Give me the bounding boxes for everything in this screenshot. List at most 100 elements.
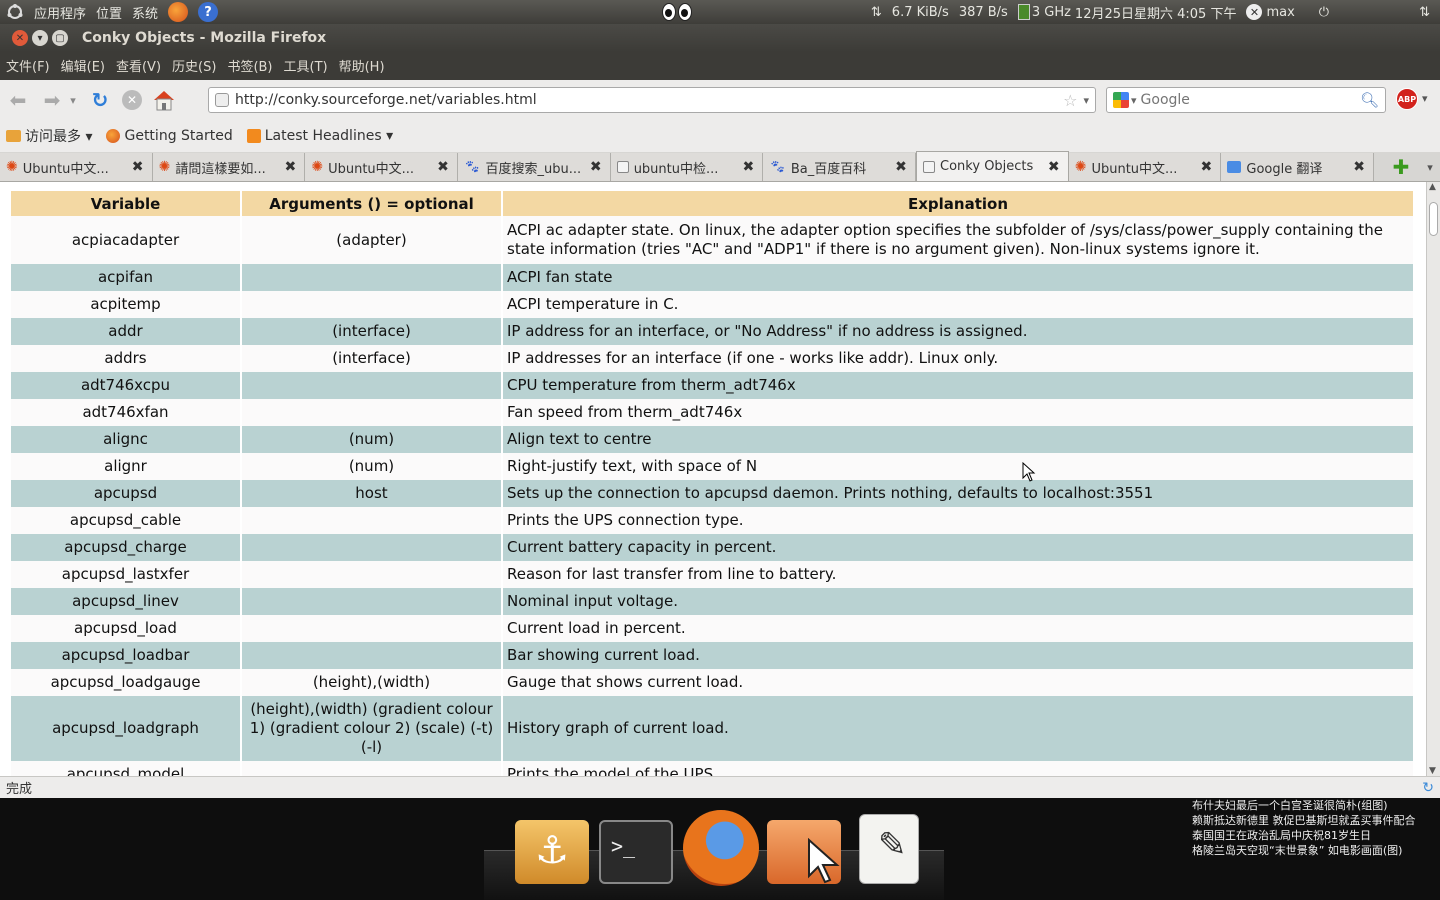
table-row: alignc (num) Align text to centre	[11, 426, 1413, 453]
menu-edit[interactable]: 编辑(E)	[61, 56, 105, 75]
home-button[interactable]	[150, 86, 178, 114]
adblock-dropdown-icon[interactable]: ▾	[1422, 92, 1428, 105]
firefox-icon	[106, 129, 121, 143]
dock-anchor-app[interactable]: ⚓︎	[515, 820, 589, 884]
new-tab-button[interactable]: ✚	[1386, 153, 1416, 181]
close-tab-icon[interactable]: ✖	[130, 159, 146, 175]
cell-explanation: Align text to centre	[503, 426, 1413, 453]
firefox-launcher-icon[interactable]	[168, 2, 189, 22]
window-titlebar[interactable]: ✕ ▾ ▢ Conky Objects - Mozilla Firefox	[0, 24, 1440, 52]
cell-arguments: (interface)	[242, 318, 501, 345]
cell-arguments: (interface)	[242, 345, 501, 372]
menu-places[interactable]: 位置	[96, 3, 122, 22]
cell-arguments: (num)	[242, 453, 501, 480]
scroll-down-arrow-icon[interactable]: ▼	[1429, 766, 1436, 776]
dock-folder-app[interactable]	[767, 820, 841, 884]
sync-status-icon[interactable]: ↻	[1422, 780, 1434, 796]
minimize-window-button[interactable]: ▾	[32, 30, 48, 46]
table-row: apcupsd_load Current load in percent.	[11, 615, 1413, 642]
menu-system[interactable]: 系统	[132, 3, 158, 22]
help-icon[interactable]: ?	[198, 2, 219, 22]
menu-history[interactable]: 历史(S)	[172, 56, 216, 75]
close-window-button[interactable]: ✕	[12, 30, 28, 46]
ubuntu-favicon-icon: ✺	[6, 159, 18, 175]
bookmark-star-icon[interactable]: ☆	[1063, 91, 1077, 110]
news-item[interactable]: 格陵兰岛天空现“末世景象” 如电影画面(图)	[1192, 843, 1440, 858]
scroll-up-arrow-icon[interactable]: ▲	[1429, 182, 1436, 192]
news-item[interactable]: 赖斯抵达新德里 敦促巴基斯坦就孟买事件配合	[1192, 813, 1440, 828]
news-item[interactable]: 布什夫妇最后一个白宫圣诞很简朴(组图)	[1192, 798, 1440, 813]
close-tab-icon[interactable]: ✖	[740, 159, 756, 175]
cell-explanation: Current load in percent.	[503, 615, 1413, 642]
close-tab-icon[interactable]: ✖	[435, 159, 451, 175]
close-tab-icon[interactable]: ✖	[1198, 159, 1214, 175]
bookmark-label: Getting Started	[124, 128, 233, 144]
cell-explanation: Sets up the connection to apcupsd daemon…	[503, 480, 1413, 507]
cell-variable: apcupsd_model	[11, 761, 240, 776]
tab-question[interactable]: ✺ 請問這樣要如... ✖	[152, 153, 306, 181]
back-button[interactable]: ⬅	[4, 86, 32, 114]
search-engine-google-icon[interactable]	[1113, 92, 1129, 108]
close-tab-icon[interactable]: ✖	[588, 159, 604, 175]
cell-explanation: Right-justify text, with space of N	[503, 453, 1413, 480]
cell-variable: apcupsd_charge	[11, 534, 240, 561]
table-row: apcupsd_linev Nominal input voltage.	[11, 588, 1413, 615]
tab-ubuntu-cn-1[interactable]: ✺ Ubuntu中文... ✖	[0, 153, 153, 181]
search-bar[interactable]: ▾ 🔍︎	[1106, 87, 1386, 113]
bookmark-latest-headlines[interactable]: Latest Headlines ▾	[246, 128, 393, 144]
menu-tools[interactable]: 工具(T)	[284, 56, 328, 75]
cpu-frequency: 3 GHz	[1031, 4, 1071, 20]
adblock-button[interactable]: ABP	[1396, 88, 1418, 110]
cell-explanation: CPU temperature from therm_adt746x	[503, 372, 1413, 399]
close-tab-icon[interactable]: ✖	[1351, 159, 1367, 175]
tab-conky-objects[interactable]: Conky Objects ✖	[916, 151, 1069, 181]
user-status-icon[interactable]: ✕	[1246, 4, 1263, 20]
ubuntu-logo-icon[interactable]	[6, 3, 24, 21]
menu-file[interactable]: 文件(F)	[6, 56, 50, 75]
page-content[interactable]: Variable Arguments () = optional Explana…	[0, 182, 1426, 776]
stop-button[interactable]: ✕	[118, 86, 146, 114]
top-panel: 应用程序 位置 系统 ? ⇅ 6.7 KiB/s 387 B/s 3 GHz 1…	[0, 0, 1440, 24]
cell-explanation: Bar showing current load.	[503, 642, 1413, 669]
site-identity-icon[interactable]	[215, 93, 229, 107]
tab-ubuntu-cn-3[interactable]: ✺ Ubuntu中文... ✖	[1068, 153, 1222, 181]
dock-terminal-app[interactable]: >_	[599, 820, 673, 884]
cell-arguments	[242, 642, 501, 669]
vertical-scrollbar[interactable]: ▲ ▼	[1426, 182, 1440, 776]
close-tab-icon[interactable]: ✖	[1046, 159, 1062, 175]
menu-view[interactable]: 查看(V)	[116, 56, 161, 75]
menu-applications[interactable]: 应用程序	[34, 3, 86, 22]
tab-google-translate[interactable]: Google 翻译 ✖	[1221, 153, 1375, 181]
close-tab-icon[interactable]: ✖	[282, 159, 298, 175]
news-widget[interactable]: 布什夫妇最后一个白宫圣诞很简朴(组图) 赖斯抵达新德里 敦促巴基斯坦就孟买事件配…	[1192, 798, 1440, 860]
url-bar[interactable]: ☆ ▾	[208, 87, 1096, 113]
forward-button[interactable]: ➡	[38, 86, 66, 114]
dock-firefox-app[interactable]	[683, 810, 759, 886]
clock[interactable]: 12月25日星期六 4:05 下午	[1075, 3, 1237, 22]
bookmark-most-visited[interactable]: 访问最多 ▾	[6, 126, 92, 146]
bookmark-getting-started[interactable]: Getting Started	[106, 128, 233, 144]
url-input[interactable]	[235, 92, 1064, 108]
cell-arguments	[242, 264, 501, 291]
scrollbar-thumb[interactable]	[1429, 202, 1438, 236]
tab-list-dropdown-icon[interactable]: ▾	[1420, 153, 1440, 181]
search-magnifier-icon[interactable]: 🔍︎	[1360, 91, 1379, 109]
power-icon[interactable]: ⏻	[1319, 5, 1329, 20]
tab-ubuntu-check[interactable]: ubuntu中检... ✖	[610, 153, 764, 181]
menu-bookmarks[interactable]: 书签(B)	[227, 56, 272, 75]
news-item[interactable]: 泰国国王在政治乱局中庆祝81岁生日	[1192, 828, 1440, 843]
search-input[interactable]	[1140, 92, 1360, 108]
tab-baidu-baike[interactable]: 🐾︎ Ba_百度百科 ✖	[763, 153, 917, 181]
maximize-window-button[interactable]: ▢	[52, 30, 68, 46]
dock-text-editor-app[interactable]: ✎	[859, 814, 919, 884]
url-dropdown-icon[interactable]: ▾	[1083, 94, 1089, 107]
menu-help[interactable]: 帮助(H)	[339, 56, 385, 75]
search-engine-dropdown-icon[interactable]: ▾	[1131, 94, 1137, 107]
tab-baidu-search[interactable]: 🐾︎ 百度搜索_ubu... ✖	[458, 153, 611, 181]
history-dropdown-icon[interactable]: ▾	[66, 86, 80, 114]
close-tab-icon[interactable]: ✖	[893, 159, 909, 175]
user-name[interactable]: max	[1266, 5, 1294, 20]
tab-ubuntu-cn-2[interactable]: ✺ Ubuntu中文... ✖	[305, 153, 459, 181]
reload-button[interactable]: ↻	[86, 86, 114, 114]
overflow-arrows-icon[interactable]: ⇅	[1419, 5, 1430, 20]
